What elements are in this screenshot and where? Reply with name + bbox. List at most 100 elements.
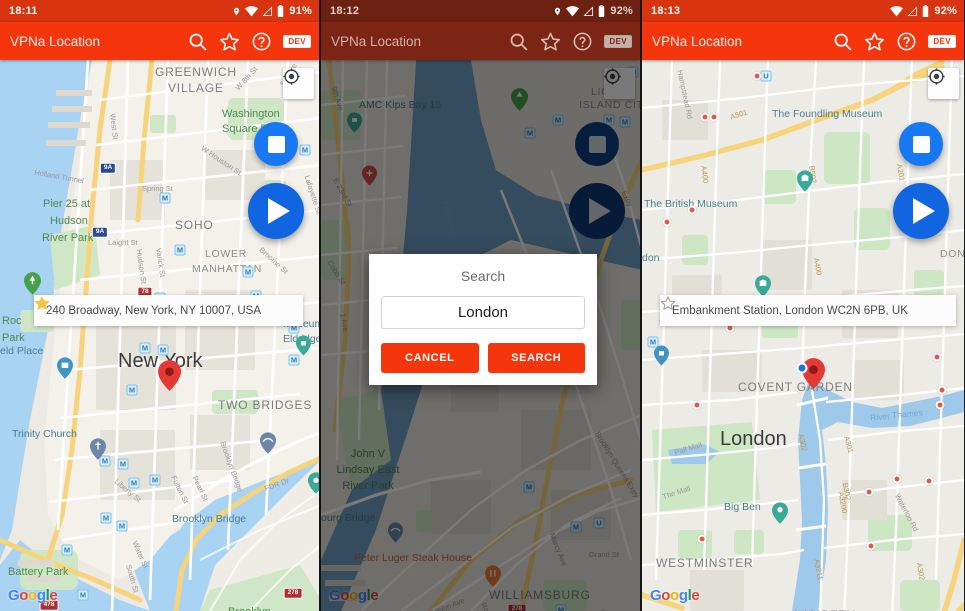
transit-marker: M (288, 354, 300, 366)
location-pin-icon (553, 6, 562, 17)
search-icon[interactable] (832, 31, 853, 52)
battery-percent: 92% (934, 5, 957, 17)
app-title: VPNa Location (10, 33, 101, 49)
highway-shield: 9A (91, 226, 109, 238)
help-circle-icon[interactable] (572, 31, 593, 52)
transit-marker: M (159, 192, 171, 204)
my-location-button[interactable] (283, 68, 314, 99)
transit-marker: M (139, 342, 151, 354)
screen-london: 18:13 92% VPNa Location DEV The Foundlin… (642, 0, 964, 611)
transit-marker: M (117, 458, 129, 470)
highway-shield: 278 (283, 587, 303, 599)
star-icon[interactable] (540, 31, 561, 52)
help-circle-icon[interactable] (896, 31, 917, 52)
transit-marker: M (100, 512, 112, 524)
transit-dot (692, 400, 702, 410)
transit-marker: M (61, 544, 73, 556)
address-text: Embankment Station, London WC2N 6PB, UK (672, 304, 908, 317)
transit-dot (924, 476, 934, 486)
location-pin-icon (232, 6, 241, 17)
cellular-signal-icon (583, 5, 594, 17)
transit-dot (700, 112, 710, 122)
star-icon[interactable] (219, 31, 240, 52)
status-bar: 18:12 92% (321, 0, 640, 22)
transit-dot (892, 474, 902, 484)
star-icon[interactable] (864, 31, 885, 52)
cellular-signal-icon (907, 5, 918, 17)
transit-dot (864, 487, 874, 497)
toolbar-actions: DEV (508, 31, 632, 52)
transit-dot (866, 541, 876, 551)
help-circle-icon[interactable] (251, 31, 272, 52)
address-card[interactable]: Embankment Station, London WC2N 6PB, UK (660, 295, 956, 326)
my-location-button[interactable] (928, 68, 959, 99)
map-canvas-new-york[interactable]: GREENWICH VILLAGE Washington Square Park… (0, 60, 319, 611)
transit-marker: M (116, 520, 128, 532)
wifi-icon (566, 5, 580, 17)
my-location-icon (283, 68, 300, 85)
app-title: VPNa Location (331, 33, 422, 49)
transit-marker: M (242, 266, 254, 278)
transit-marker: M (128, 477, 140, 489)
battery-icon (277, 5, 284, 17)
google-logo: Google (8, 587, 58, 604)
search-button[interactable]: SEARCH (487, 343, 585, 373)
play-button[interactable] (893, 183, 949, 239)
screen-new-york: 18:11 91% VPNa Location DEV GREENWICH VI… (0, 0, 321, 611)
status-icons: 91% (232, 5, 312, 17)
play-triangle-icon (267, 198, 290, 224)
my-location-icon (928, 68, 945, 85)
map-canvas-new-york-east[interactable]: AMC Kips Bay 15 LIC ISLAND CITY WNYC Tra… (321, 60, 640, 611)
status-clock: 18:13 (651, 5, 681, 17)
cellular-signal-icon (262, 5, 273, 17)
status-clock: 18:12 (330, 5, 360, 17)
transit-marker: M (299, 144, 311, 156)
status-clock: 18:11 (9, 5, 38, 17)
transit-marker: M (174, 244, 186, 256)
battery-percent: 91% (289, 5, 312, 17)
play-triangle-icon (912, 198, 935, 224)
play-button[interactable] (248, 183, 304, 239)
transit-marker: U (760, 70, 772, 82)
status-bar: 18:11 91% (0, 0, 319, 22)
dev-badge[interactable]: DEV (928, 34, 956, 48)
google-logo: Google (650, 587, 700, 604)
wifi-icon (890, 5, 904, 17)
stop-square-icon (267, 135, 285, 153)
map-canvas-london[interactable]: The Foundling Museum The British Museum … (642, 60, 964, 611)
transit-dot (937, 385, 947, 395)
stop-button[interactable] (899, 122, 943, 166)
toolbar-actions: DEV (187, 31, 311, 52)
transit-dot (709, 112, 719, 122)
address-text: 240 Broadway, New York, NY 10007, USA (46, 304, 262, 317)
cancel-button[interactable]: CANCEL (381, 343, 479, 373)
search-icon[interactable] (187, 31, 208, 52)
status-bar: 18:13 92% (642, 0, 964, 22)
dev-badge[interactable]: DEV (604, 34, 632, 48)
transit-dot (935, 400, 945, 410)
current-location-dot (796, 362, 808, 374)
search-input[interactable] (381, 296, 585, 329)
screen-search-dialog: 18:12 92% VPNa Location DEV Search Londo… (321, 0, 642, 611)
battery-icon (598, 5, 605, 17)
search-icon[interactable] (508, 31, 529, 52)
app-toolbar: VPNa Location DEV (0, 22, 319, 60)
dev-badge[interactable]: DEV (283, 34, 311, 48)
stop-square-icon (912, 135, 930, 153)
highway-shield: 9A (99, 162, 117, 174)
transit-marker: M (77, 589, 89, 601)
screenshot-triptych: 18:11 91% VPNa Location DEV GREENWICH VI… (0, 0, 965, 611)
transit-dot (662, 217, 672, 227)
stop-button[interactable] (254, 122, 298, 166)
address-card[interactable]: 240 Broadway, New York, NY 10007, USA (34, 295, 303, 326)
search-dialog-buttons: CANCEL SEARCH (381, 343, 585, 373)
wifi-icon (245, 5, 259, 17)
status-icons: 92% (553, 5, 633, 17)
transit-dot (752, 71, 762, 81)
battery-percent: 92% (610, 5, 633, 17)
battery-icon (922, 5, 929, 17)
transit-dot (932, 352, 942, 362)
transit-dot (687, 205, 697, 215)
transit-marker: M (149, 474, 161, 486)
status-icons: 92% (890, 5, 957, 17)
